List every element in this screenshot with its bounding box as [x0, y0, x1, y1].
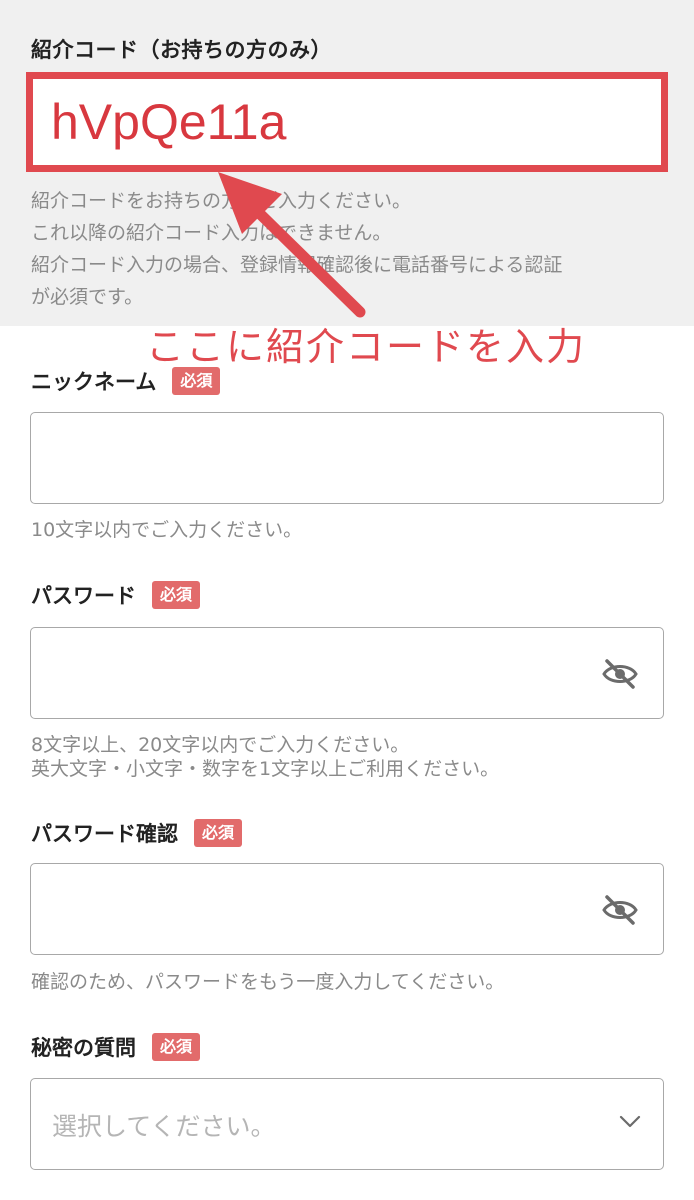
eye-slash-icon[interactable] [601, 658, 639, 690]
password-helper-1: 8文字以上、20文字以内でご入力ください。 [31, 734, 410, 756]
referral-note: 紹介コードをお持ちの方はご入力ください。 [31, 190, 412, 212]
secret-question-label-text: 秘密の質問 [31, 1036, 136, 1060]
referral-section: 紹介コード（お持ちの方のみ） 紹介コードをお持ちの方はご入力ください。 これ以降… [0, 0, 694, 326]
password-input[interactable] [47, 652, 587, 696]
referral-label: 紹介コード（お持ちの方のみ） [31, 38, 332, 62]
secret-question-placeholder: 選択してください。 [52, 1112, 276, 1141]
password-helper-2: 英大文字・小文字・数字を1文字以上ご利用ください。 [31, 758, 500, 780]
password-confirm-label: パスワード確認 必須 [31, 818, 243, 848]
password-confirm-field[interactable] [30, 863, 664, 955]
required-badge: 必須 [194, 819, 243, 847]
secret-question-select[interactable]: 選択してください。 [30, 1078, 664, 1170]
required-badge: 必須 [152, 581, 201, 609]
referral-note: これ以降の紹介コード入力はできません。 [31, 222, 392, 244]
eye-slash-icon[interactable] [601, 894, 639, 926]
password-confirm-input[interactable] [47, 888, 587, 932]
required-badge: 必須 [172, 367, 221, 395]
referral-notes: 紹介コードをお持ちの方はご入力ください。 これ以降の紹介コード入力はできません。… [31, 185, 671, 313]
password-label: パスワード 必須 [31, 580, 201, 610]
password-field[interactable] [30, 627, 664, 719]
nickname-field[interactable] [30, 412, 664, 504]
annotation-text: ここに紹介コードを入力 [146, 325, 587, 369]
nickname-input[interactable] [47, 437, 587, 481]
password-label-text: パスワード [31, 584, 136, 608]
password-confirm-label-text: パスワード確認 [31, 822, 178, 846]
required-badge: 必須 [152, 1033, 201, 1061]
referral-input-highlight [26, 72, 668, 172]
secret-question-label: 秘密の質問 必須 [31, 1032, 201, 1062]
chevron-down-icon [619, 1115, 641, 1128]
referral-code-input[interactable] [41, 87, 641, 157]
referral-note: が必須です。 [31, 286, 144, 308]
nickname-label: ニックネーム 必須 [31, 366, 221, 396]
nickname-label-text: ニックネーム [31, 370, 157, 394]
nickname-helper: 10文字以内でご入力ください。 [31, 519, 303, 541]
referral-note: 紹介コード入力の場合、登録情報確認後に電話番号による認証 [31, 254, 563, 276]
password-confirm-helper: 確認のため、パスワードをもう一度入力してください。 [31, 971, 505, 993]
